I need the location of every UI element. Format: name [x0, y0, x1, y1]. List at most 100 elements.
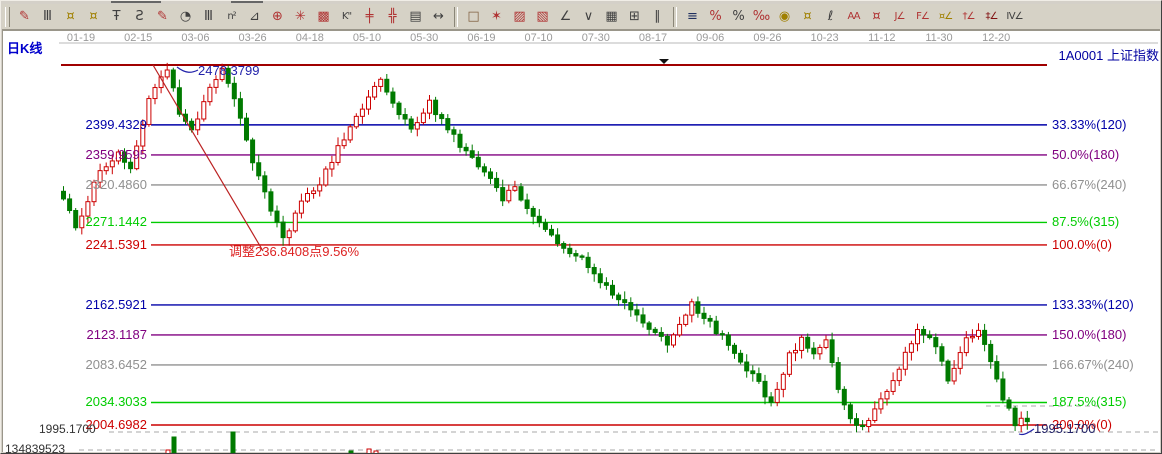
candle[interactable]	[531, 206, 535, 224]
candle[interactable]	[458, 130, 462, 153]
candle[interactable]	[1007, 397, 1011, 411]
candle[interactable]	[257, 155, 261, 180]
candle[interactable]	[751, 365, 755, 381]
candle[interactable]	[970, 329, 974, 342]
candle[interactable]	[373, 82, 377, 100]
candle[interactable]	[568, 244, 572, 258]
candle[interactable]	[293, 210, 297, 232]
candle[interactable]	[519, 183, 523, 202]
candle[interactable]	[330, 156, 334, 177]
candle[interactable]	[745, 354, 749, 377]
candle[interactable]	[830, 333, 834, 368]
candle[interactable]	[574, 250, 578, 262]
candle[interactable]	[550, 225, 554, 237]
candle[interactable]	[714, 316, 718, 336]
candle[interactable]	[665, 334, 669, 353]
candle[interactable]	[928, 330, 932, 339]
candle[interactable]	[842, 386, 846, 410]
candle[interactable]	[1013, 406, 1017, 431]
candle[interactable]	[232, 77, 236, 107]
candle[interactable]	[421, 108, 425, 124]
candle[interactable]	[952, 360, 956, 384]
candle[interactable]	[440, 112, 444, 124]
candle[interactable]	[318, 177, 322, 196]
candle[interactable]	[263, 171, 267, 198]
candle[interactable]	[909, 341, 913, 361]
candle[interactable]	[367, 90, 371, 115]
candle[interactable]	[275, 206, 279, 228]
candle[interactable]	[903, 347, 907, 376]
candle[interactable]	[855, 413, 859, 432]
candle[interactable]	[470, 145, 474, 159]
candle[interactable]	[629, 297, 633, 316]
candle[interactable]	[916, 324, 920, 352]
candle[interactable]	[739, 350, 743, 364]
candle[interactable]	[922, 326, 926, 343]
candle[interactable]	[336, 137, 340, 165]
candle[interactable]	[299, 194, 303, 219]
candle[interactable]	[678, 317, 682, 337]
candle[interactable]	[147, 95, 151, 126]
plot-canvas[interactable]	[1, 1, 1162, 454]
candle[interactable]	[208, 84, 212, 106]
candle[interactable]	[946, 359, 950, 384]
candle[interactable]	[867, 418, 871, 433]
candle[interactable]	[794, 343, 798, 361]
candle[interactable]	[818, 345, 822, 360]
candle[interactable]	[68, 194, 72, 214]
candle[interactable]	[720, 330, 724, 340]
candle[interactable]	[104, 162, 108, 174]
candle[interactable]	[495, 172, 499, 192]
candle[interactable]	[202, 95, 206, 122]
candle[interactable]	[733, 343, 737, 359]
candle[interactable]	[153, 84, 157, 104]
candle[interactable]	[848, 402, 852, 423]
position-marker-icon[interactable]	[659, 59, 669, 64]
candle[interactable]	[543, 219, 547, 232]
candle[interactable]	[696, 297, 700, 318]
candle[interactable]	[537, 209, 541, 227]
candle[interactable]	[684, 314, 688, 327]
candle[interactable]	[641, 308, 645, 328]
candle[interactable]	[977, 323, 981, 339]
candle[interactable]	[604, 277, 608, 290]
candle[interactable]	[251, 138, 255, 171]
candle[interactable]	[611, 280, 615, 299]
candle[interactable]	[708, 315, 712, 328]
candle[interactable]	[269, 189, 273, 216]
candle[interactable]	[1025, 411, 1029, 430]
candle[interactable]	[824, 335, 828, 349]
candle[interactable]	[562, 241, 566, 253]
candle[interactable]	[348, 124, 352, 143]
candle[interactable]	[775, 382, 779, 406]
candle[interactable]	[354, 113, 358, 129]
candle[interactable]	[385, 74, 389, 95]
candle[interactable]	[787, 351, 791, 377]
candle[interactable]	[482, 163, 486, 176]
candle[interactable]	[836, 357, 840, 393]
candle[interactable]	[934, 333, 938, 354]
candle[interactable]	[196, 112, 200, 135]
candle[interactable]	[391, 88, 395, 108]
candle[interactable]	[397, 101, 401, 119]
candle[interactable]	[958, 346, 962, 374]
candle[interactable]	[428, 95, 432, 119]
candle[interactable]	[586, 252, 590, 273]
candle[interactable]	[861, 420, 865, 430]
candle[interactable]	[800, 335, 804, 358]
candle[interactable]	[434, 97, 438, 122]
candle[interactable]	[659, 327, 663, 341]
candle[interactable]	[763, 375, 767, 404]
candle[interactable]	[806, 334, 810, 353]
candle[interactable]	[214, 75, 218, 93]
candle[interactable]	[409, 116, 413, 133]
candle[interactable]	[238, 92, 242, 126]
candle[interactable]	[525, 194, 529, 215]
candle[interactable]	[983, 324, 987, 351]
candle[interactable]	[513, 181, 517, 192]
candle[interactable]	[940, 343, 944, 366]
candle[interactable]	[879, 392, 883, 414]
candle[interactable]	[306, 188, 310, 203]
candle[interactable]	[245, 113, 249, 142]
candle[interactable]	[769, 392, 773, 406]
